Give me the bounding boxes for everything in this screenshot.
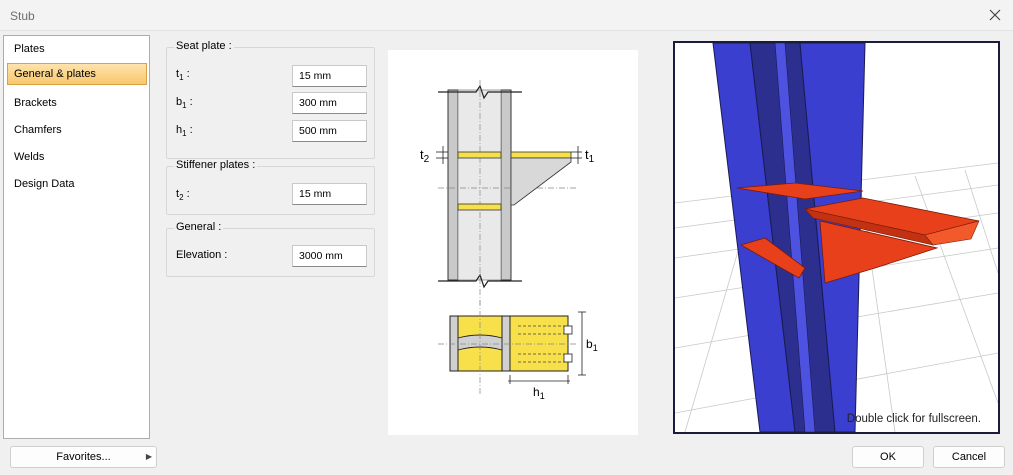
3d-preview[interactable]: Double click for fullscreen. xyxy=(673,41,1000,434)
h1-label: h1 : xyxy=(176,124,193,139)
t1-input[interactable]: 15 mm xyxy=(292,65,367,87)
group-title: Seat plate : xyxy=(174,40,234,52)
h1-input[interactable]: 500 mm xyxy=(292,120,367,142)
favorites-label: Favorites... xyxy=(56,451,111,463)
sidebar-item-label: Brackets xyxy=(14,97,57,109)
sidebar-item-plates[interactable]: Plates xyxy=(7,38,147,60)
elevation-input[interactable]: 3000 mm xyxy=(292,245,367,267)
group-title: Stiffener plates : xyxy=(174,159,258,171)
t2-input[interactable]: 15 mm xyxy=(292,183,367,205)
b1-dim-label: b1 xyxy=(586,337,598,353)
ok-button[interactable]: OK xyxy=(852,446,924,468)
chevron-right-icon: ▶ xyxy=(145,452,152,461)
sidebar-item-label: Chamfers xyxy=(14,124,62,136)
h1-dim-label: h1 xyxy=(533,385,545,401)
title-bar: Stub xyxy=(0,0,1013,31)
cancel-button[interactable]: Cancel xyxy=(933,446,1005,468)
sidebar-item-welds[interactable]: Welds xyxy=(7,146,147,168)
t2-dim-label: t2 xyxy=(420,147,430,165)
favorites-button[interactable]: Favorites... ▶ xyxy=(10,446,157,468)
schematic-drawing: t2 t1 b1 h1 xyxy=(388,50,638,435)
schematic-svg: t2 t1 b1 h1 xyxy=(420,80,598,401)
sidebar-item-label: Welds xyxy=(14,151,45,163)
t1-label: t1 : xyxy=(176,68,190,83)
window-title: Stub xyxy=(10,9,35,23)
sidebar-item-label: Design Data xyxy=(14,178,75,190)
3d-model-svg xyxy=(675,43,998,432)
seat-plate-group: Seat plate : t1 : 15 mm b1 : 300 mm h1 :… xyxy=(166,40,375,159)
sidebar-nav: Plates General & plates Brackets Chamfer… xyxy=(3,35,150,439)
close-icon xyxy=(989,9,1001,21)
sidebar-item-label: Plates xyxy=(14,43,45,55)
bottom-bar: Favorites... ▶ OK Cancel xyxy=(0,439,1013,475)
stiffener-plates-group: Stiffener plates : t2 : 15 mm xyxy=(166,159,375,215)
b1-input[interactable]: 300 mm xyxy=(292,92,367,114)
fullscreen-hint: Double click for fullscreen. xyxy=(846,413,981,425)
elevation-label: Elevation : xyxy=(176,249,228,261)
sidebar-item-label: General & plates xyxy=(14,68,96,80)
b1-label: b1 : xyxy=(176,96,193,111)
sidebar-item-brackets[interactable]: Brackets xyxy=(7,92,147,114)
t2-label: t2 : xyxy=(176,188,190,203)
general-group: General : Elevation : 3000 mm xyxy=(166,221,375,277)
sidebar-item-chamfers[interactable]: Chamfers xyxy=(7,119,147,141)
sidebar-item-general-plates[interactable]: General & plates xyxy=(7,63,147,85)
close-button[interactable] xyxy=(985,5,1005,25)
sidebar-item-design-data[interactable]: Design Data xyxy=(7,173,147,195)
group-title: General : xyxy=(174,221,224,233)
t1-dim-label: t1 xyxy=(585,147,595,165)
